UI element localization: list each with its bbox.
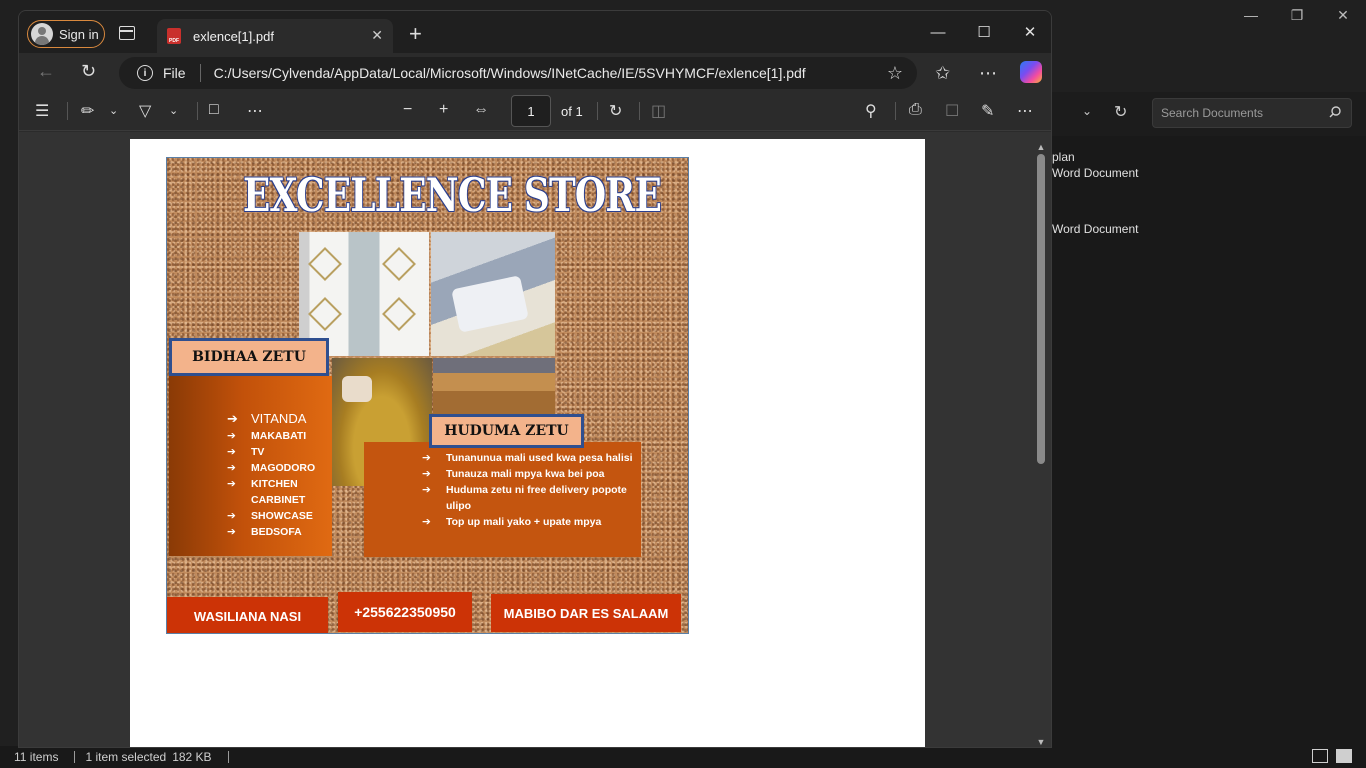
explorer-window-controls: — ❐ ✕ [1228,0,1366,30]
zoom-out-icon[interactable]: − [403,101,412,119]
search-placeholder: Search Documents [1161,106,1264,120]
more-options-icon[interactable]: ⋯ [1017,101,1033,121]
tiles-view-icon[interactable] [1336,749,1352,763]
details-view-icon[interactable] [1312,749,1328,763]
tab-title: exlence[1].pdf [193,28,274,44]
tab-pdf[interactable]: PDF exlence[1].pdf ✕ [157,19,393,53]
scroll-up-icon[interactable]: ▲ [1035,142,1047,152]
page-current: 1 [527,103,535,119]
list-item: ➔ Huduma zetu ni free delivery popote uli… [422,484,627,512]
new-tab-icon[interactable]: + [409,21,422,47]
list-item: ➔ Top up mali yako + upate mpya [422,516,602,528]
pdf-toolbar: ☰ ✏ ⌄ ▽ ⌄ □ ⋯ − + ⇔ 1 of 1 ↻ ◫ ⚲ ⎙ ☐ ✎ ⋯ [19,91,1051,131]
search-icon[interactable]: ⚲ [865,101,877,121]
selection-count: 1 item selected [85,750,167,764]
products-label: BIDHAA ZETU [169,338,329,376]
search-icon[interactable] [1329,106,1341,118]
pdf-icon: PDF [167,28,181,44]
copilot-icon[interactable] [1020,61,1042,83]
explorer-status-bar: 11 items 1 item selected 182 KB [0,746,1366,768]
file-item-name[interactable]: plan [1052,150,1075,164]
minimize-icon[interactable]: — [1228,0,1274,30]
address-bar-row: ← ↻ i File C:/Users/Cylvenda/AppData/Loc… [19,53,1051,91]
sign-in-label: Sign in [59,26,99,42]
window-controls: — ☐ ✕ [915,11,1051,53]
draw-icon[interactable]: ▽ [139,101,151,121]
address-bar[interactable]: i File C:/Users/Cylvenda/AppData/Local/M… [119,57,917,89]
maximize-icon[interactable]: ☐ [961,11,1007,53]
refresh-icon[interactable]: ↻ [1114,102,1127,122]
back-arrow-icon[interactable]: ← [37,61,55,82]
url-text[interactable]: C:/Users/Cylvenda/AppData/Local/Microsof… [214,65,806,81]
list-item: ➔ Tunauza mali mpya kwa bei poa [422,468,605,480]
flyer-title: EXCELLENCE STORE [243,168,662,222]
sign-in-button[interactable]: Sign in [27,20,105,48]
rotate-icon[interactable]: ↻ [609,101,622,121]
url-scheme: File [163,65,186,81]
zoom-in-icon[interactable]: + [439,101,448,119]
contact-label: WASILIANA NASI [167,597,328,633]
chevron-down-icon[interactable]: ⌄ [109,104,118,117]
search-input[interactable]: Search Documents [1152,98,1352,128]
info-icon[interactable]: i [137,65,153,81]
services-list: ➔ Tunanunua mali used kwa pesa halisi ➔ Tu… [422,450,637,530]
text-icon[interactable]: □ [209,101,219,119]
close-icon[interactable]: ✕ [1320,0,1366,30]
view-toggle [1312,749,1352,763]
contents-icon[interactable]: ☰ [35,101,49,121]
save-icon[interactable]: ☐ [945,101,959,121]
products-list-box: ➔ VITANDA ➔ MAKABATI ➔ TV ➔ MAGODORO ➔ KITCHE… [169,376,332,556]
minimize-icon[interactable]: — [915,11,961,53]
list-item: ➔ MAGODORO [227,462,316,474]
favorites-icon[interactable]: ✩ [935,63,950,84]
services-label: HUDUMA ZETU [429,414,584,448]
services-list-box: ➔ Tunanunua mali used kwa pesa halisi ➔ Tu… [364,442,641,557]
products-list: ➔ VITANDA ➔ MAKABATI ➔ TV ➔ MAGODORO ➔ KITCHE… [227,410,315,540]
chevron-down-icon[interactable]: ⌄ [169,104,178,117]
list-item: ➔ MAKABATI [227,430,307,442]
list-item: ➔ KITCHEN CARBINET [227,478,306,506]
close-icon[interactable]: ✕ [1007,11,1051,53]
selection-size: 182 KB [172,750,212,764]
more-options-icon[interactable]: ⋯ [979,63,997,84]
bed-image [431,232,555,356]
close-tab-icon[interactable]: ✕ [371,27,383,44]
restore-icon[interactable]: ❐ [1274,0,1320,30]
chevron-down-icon[interactable]: ⌄ [1082,104,1092,118]
edge-window: Sign in PDF exlence[1].pdf ✕ + — ☐ ✕ ← ↻… [18,10,1052,748]
favorite-star-icon[interactable]: ☆ [887,63,903,84]
page-view-icon[interactable]: ◫ [651,101,666,121]
list-item: ➔ VITANDA [227,411,307,426]
file-item-type: Word Document [1052,222,1139,236]
store-location: MABIBO DAR ES SALAAM [491,594,681,632]
more-tools-icon[interactable]: ⋯ [247,101,263,121]
save-as-icon[interactable]: ✎ [981,101,994,121]
print-icon[interactable]: ⎙ [909,101,922,119]
tab-bar: Sign in PDF exlence[1].pdf ✕ + — ☐ ✕ [19,11,1051,53]
scrollbar-thumb[interactable] [1037,154,1045,464]
vertical-scrollbar[interactable]: ▲ ▼ [1035,142,1047,747]
fit-width-icon[interactable]: ⇔ [473,101,489,119]
refresh-icon[interactable]: ↻ [81,61,96,82]
avatar-icon [31,23,53,45]
explorer-nav-pane [0,32,18,748]
list-item: ➔ TV [227,446,265,458]
phone-number: +255622350950 [338,592,472,632]
list-item: ➔ SHOWCASE [227,510,313,522]
page-total: of 1 [561,104,583,119]
highlight-icon[interactable]: ✏ [81,101,94,121]
flyer: EXCELLENCE STORE ➔ VITANDA ➔ MAKABATI ➔ TV … [166,157,689,634]
page-number-input[interactable]: 1 [511,95,551,127]
explorer-ribbon [1052,32,1366,92]
list-item: ➔ BEDSOFA [227,526,302,538]
scroll-down-icon[interactable]: ▼ [1035,737,1047,747]
tv-stand-image [433,358,555,418]
pdf-page: EXCELLENCE STORE ➔ VITANDA ➔ MAKABATI ➔ TV … [130,139,925,747]
pdf-viewer: EXCELLENCE STORE ➔ VITANDA ➔ MAKABATI ➔ TV … [19,132,1051,747]
item-count: 11 items [14,750,59,764]
list-item: ➔ Tunanunua mali used kwa pesa halisi [422,452,633,464]
file-item-type: Word Document [1052,166,1139,180]
tab-actions-icon[interactable] [119,26,135,40]
